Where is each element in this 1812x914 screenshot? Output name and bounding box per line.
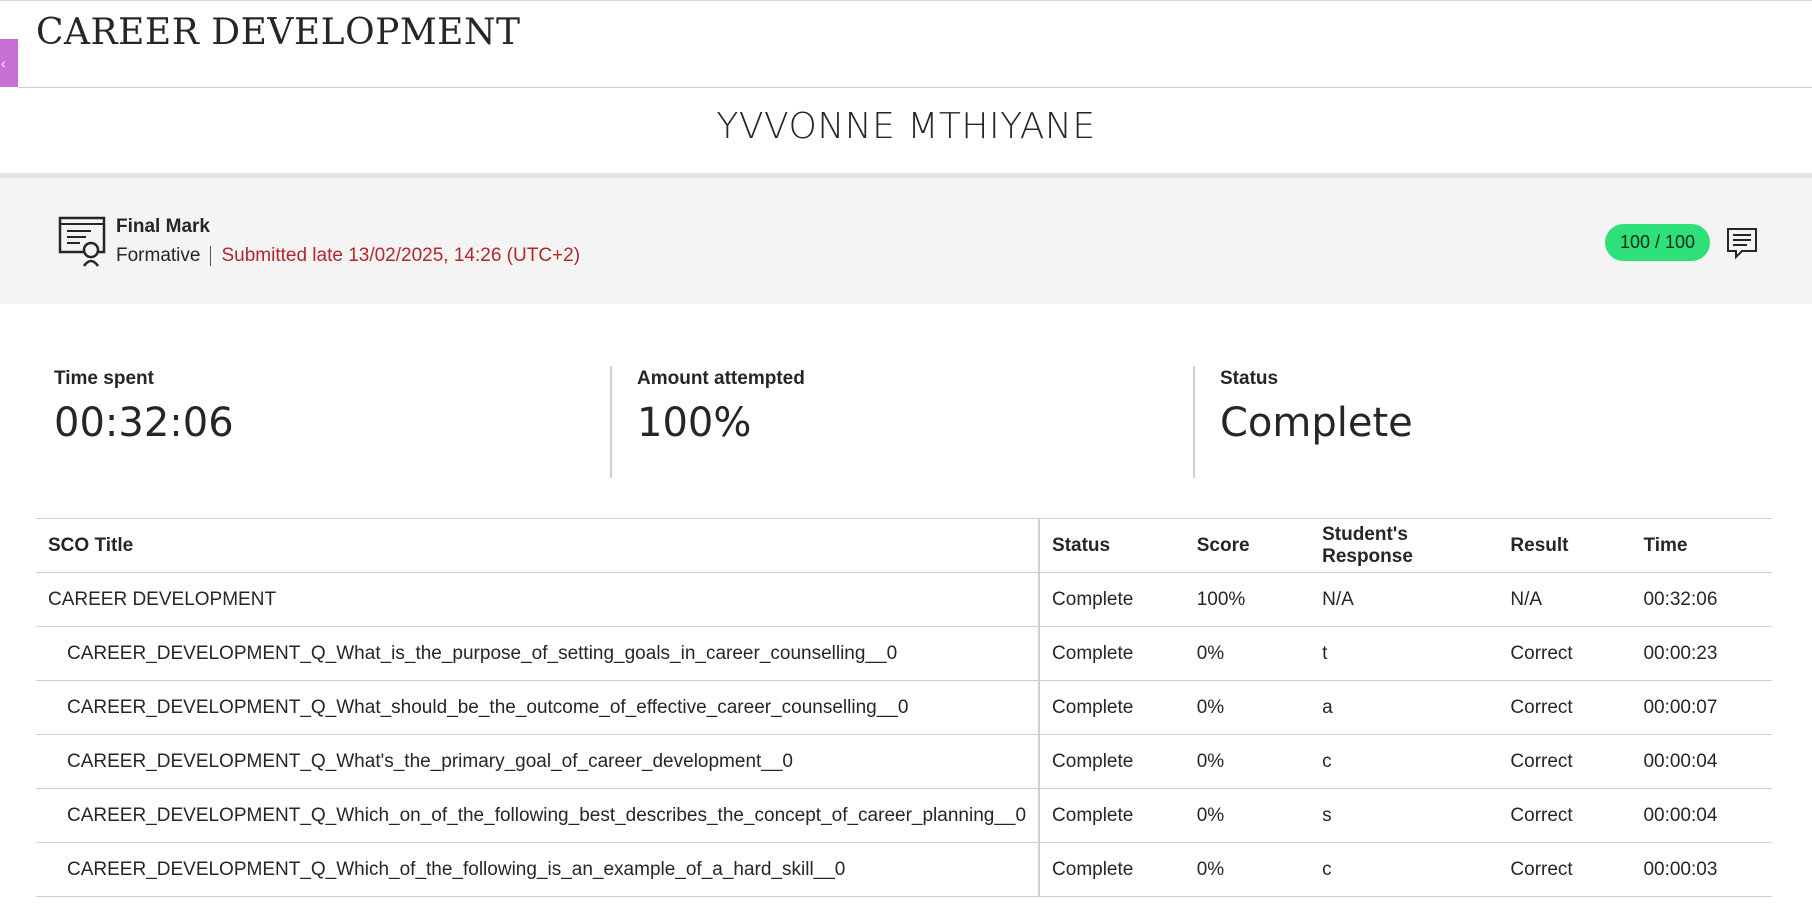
- grade-subline: Formative Submitted late 13/02/2025, 14:…: [116, 245, 580, 267]
- table-row: CAREER_DEVELOPMENT_Q_What_should_be_the_…: [36, 680, 1772, 735]
- grade-panel: [0, 178, 1812, 304]
- response-cell: a: [1310, 680, 1499, 735]
- stat-value: Complete: [1220, 400, 1413, 446]
- result-cell: N/A: [1498, 572, 1632, 627]
- response-cell: s: [1310, 788, 1499, 843]
- header-divider: [18, 87, 1812, 88]
- sco-title-cell: CAREER DEVELOPMENT: [36, 572, 1041, 627]
- stat-label: Amount attempted: [637, 368, 805, 389]
- response-cell: c: [1310, 842, 1499, 897]
- status-cell: Complete: [1039, 788, 1185, 843]
- score-cell: 100%: [1184, 572, 1311, 627]
- sco-title-cell: CAREER_DEVELOPMENT_Q_What_should_be_the_…: [36, 680, 1041, 735]
- result-cell: Correct: [1498, 842, 1632, 897]
- stat-divider: [610, 366, 612, 478]
- score-badge[interactable]: 100 / 100: [1605, 224, 1710, 261]
- sco-title-cell: CAREER_DEVELOPMENT_Q_What's_the_primary_…: [36, 734, 1041, 789]
- status-cell: Complete: [1039, 680, 1185, 735]
- result-cell: Correct: [1498, 626, 1632, 681]
- result-cell: Correct: [1498, 734, 1632, 789]
- status-cell: Complete: [1039, 572, 1185, 627]
- stat-divider: [1193, 366, 1195, 478]
- comment-icon[interactable]: [1725, 226, 1759, 260]
- score-cell: 0%: [1184, 734, 1311, 789]
- submission-status: Submitted late 13/02/2025, 14:26 (UTC+2): [221, 245, 581, 266]
- sco-title-cell: CAREER_DEVELOPMENT_Q_Which_on_of_the_fol…: [36, 788, 1041, 843]
- score-cell: 0%: [1184, 626, 1311, 681]
- table-header-row: SCO Title Status Score Student's Respons…: [36, 518, 1772, 573]
- sco-title-cell: CAREER_DEVELOPMENT_Q_What_is_the_purpose…: [36, 626, 1041, 681]
- collapse-panel-tab[interactable]: ‹: [0, 39, 18, 87]
- page-title: CAREER DEVELOPMENT: [36, 12, 521, 53]
- table-row: CAREER_DEVELOPMENT_Q_What_is_the_purpose…: [36, 626, 1772, 681]
- grade-type: Formative: [116, 245, 201, 266]
- time-cell: 00:32:06: [1631, 572, 1772, 627]
- stat-status: Status Complete: [1220, 368, 1413, 446]
- column-header-response[interactable]: Student's Response: [1310, 518, 1499, 573]
- score-cell: 0%: [1184, 842, 1311, 897]
- status-cell: Complete: [1039, 842, 1185, 897]
- time-cell: 00:00:04: [1631, 788, 1772, 843]
- column-header-sco-title[interactable]: SCO Title: [36, 518, 1041, 573]
- separator: [210, 246, 212, 266]
- certificate-icon: [58, 216, 106, 267]
- column-header-score[interactable]: Score: [1184, 518, 1311, 573]
- stat-amount-attempted: Amount attempted 100%: [637, 368, 805, 446]
- stat-label: Status: [1220, 368, 1279, 389]
- table-row: CAREER DEVELOPMENT Complete 100% N/A N/A…: [36, 572, 1772, 627]
- stat-time-spent: Time spent 00:32:06: [54, 368, 234, 446]
- time-cell: 00:00:07: [1631, 680, 1772, 735]
- time-cell: 00:00:04: [1631, 734, 1772, 789]
- response-cell: N/A: [1310, 572, 1499, 627]
- time-cell: 00:00:03: [1631, 842, 1772, 897]
- stat-value: 100%: [637, 400, 752, 446]
- score-cell: 0%: [1184, 788, 1311, 843]
- top-border: [0, 0, 1812, 1]
- status-cell: Complete: [1039, 626, 1185, 681]
- result-cell: Correct: [1498, 680, 1632, 735]
- chevron-left-icon: ‹: [1, 55, 6, 71]
- column-header-status[interactable]: Status: [1039, 518, 1185, 573]
- score-cell: 0%: [1184, 680, 1311, 735]
- table-row: CAREER_DEVELOPMENT_Q_Which_of_the_follow…: [36, 842, 1772, 897]
- column-header-time[interactable]: Time: [1631, 518, 1772, 573]
- sco-title-cell: CAREER_DEVELOPMENT_Q_Which_of_the_follow…: [36, 842, 1041, 897]
- status-cell: Complete: [1039, 734, 1185, 789]
- table-row: CAREER_DEVELOPMENT_Q_What's_the_primary_…: [36, 734, 1772, 789]
- column-header-result[interactable]: Result: [1498, 518, 1632, 573]
- stat-value: 00:32:06: [54, 400, 234, 446]
- response-cell: c: [1310, 734, 1499, 789]
- grade-title: Final Mark: [116, 216, 210, 237]
- stat-label: Time spent: [54, 368, 154, 389]
- time-cell: 00:00:23: [1631, 626, 1772, 681]
- result-cell: Correct: [1498, 788, 1632, 843]
- response-cell: t: [1310, 626, 1499, 681]
- student-name: YVVONNE MTHIYANE: [716, 106, 1096, 147]
- table-row: CAREER_DEVELOPMENT_Q_Which_on_of_the_fol…: [36, 788, 1772, 843]
- sco-table: SCO Title Status Score Student's Respons…: [36, 518, 1772, 897]
